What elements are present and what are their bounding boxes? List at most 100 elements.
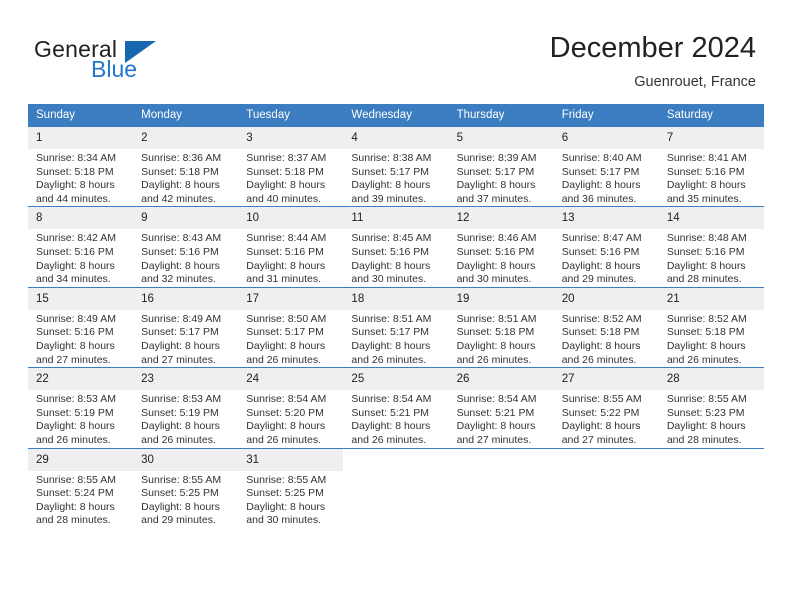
- calendar-page: General Blue December 2024 Guenrouet, Fr…: [0, 0, 792, 612]
- sunset-text: Sunset: 5:21 PM: [351, 406, 430, 419]
- sunset-text: Sunset: 5:16 PM: [351, 245, 430, 258]
- sunset-text: Sunset: 5:16 PM: [666, 165, 745, 178]
- calendar-day-cell[interactable]: 18 Sunrise: 8:51 AM Sunset: 5:17 PM Dayligh…: [343, 286, 449, 368]
- daylight-text-line2: and 26 minutes.: [36, 433, 111, 446]
- calendar-day-cell[interactable]: 22 Sunrise: 8:53 AM Sunset: 5:19 PM Dayligh…: [28, 367, 134, 448]
- day-details: Sunrise: 8:43 AM Sunset: 5:16 PM Daylight:…: [133, 229, 238, 286]
- calendar-day-cell[interactable]: 8 Sunrise: 8:42 AM Sunset: 5:16 PM Daylight…: [28, 206, 134, 288]
- calendar-day-cell[interactable]: 25 Sunrise: 8:54 AM Sunset: 5:21 PM Dayligh…: [343, 367, 449, 448]
- sunset-text: Sunset: 5:16 PM: [456, 245, 535, 258]
- calendar-day-cell[interactable]: 31 Sunrise: 8:55 AM Sunset: 5:25 PM Dayligh…: [238, 447, 344, 528]
- sunset-text: Sunset: 5:17 PM: [561, 165, 640, 178]
- day-number: 5: [448, 127, 554, 149]
- page-subtitle: Guenrouet, France: [634, 74, 756, 90]
- calendar-day-cell[interactable]: 27 Sunrise: 8:55 AM Sunset: 5:22 PM Dayligh…: [553, 367, 659, 448]
- day-number: 26: [448, 368, 554, 391]
- calendar-day-cell[interactable]: 28 Sunrise: 8:55 AM Sunset: 5:23 PM Dayligh…: [658, 367, 764, 448]
- calendar-week-row: 15 Sunrise: 8:49 AM Sunset: 5:16 PM Dayligh…: [28, 286, 764, 368]
- daylight-text-line1: Daylight: 8 hours: [456, 420, 536, 433]
- day-details: Sunrise: 8:36 AM Sunset: 5:18 PM Daylight:…: [133, 149, 238, 206]
- calendar-day-cell[interactable]: 11 Sunrise: 8:45 AM Sunset: 5:16 PM Dayligh…: [343, 206, 449, 288]
- calendar-day-cell[interactable]: 13 Sunrise: 8:47 AM Sunset: 5:16 PM Dayligh…: [553, 206, 659, 288]
- daylight-text-line2: and 26 minutes.: [666, 353, 742, 366]
- daylight-text-line2: and 27 minutes.: [141, 353, 216, 366]
- calendar-day-cell[interactable]: 30 Sunrise: 8:55 AM Sunset: 5:25 PM Dayligh…: [133, 447, 239, 528]
- day-number: 13: [553, 207, 659, 230]
- sunset-text: Sunset: 5:16 PM: [561, 245, 640, 258]
- calendar-day-cell[interactable]: 29 Sunrise: 8:55 AM Sunset: 5:24 PM Dayligh…: [28, 447, 134, 528]
- day-details: Sunrise: 8:55 AM Sunset: 5:25 PM Daylight:…: [238, 471, 343, 528]
- calendar-cell-empty: [343, 447, 449, 528]
- calendar-day-cell[interactable]: 16 Sunrise: 8:49 AM Sunset: 5:17 PM Dayligh…: [133, 286, 239, 368]
- daylight-text-line1: Daylight: 8 hours: [351, 339, 431, 352]
- calendar-day-cell[interactable]: 24 Sunrise: 8:54 AM Sunset: 5:20 PM Dayligh…: [238, 367, 344, 448]
- daylight-text-line1: Daylight: 8 hours: [246, 500, 326, 513]
- calendar-day-cell[interactable]: 5 Sunrise: 8:39 AM Sunset: 5:17 PM Daylight…: [448, 127, 554, 207]
- sunset-text: Sunset: 5:16 PM: [141, 245, 219, 258]
- day-number: 29: [28, 448, 134, 471]
- day-number: 15: [28, 287, 134, 310]
- daylight-text-line1: Daylight: 8 hours: [351, 420, 431, 433]
- daylight-text-line2: and 30 minutes.: [246, 514, 321, 527]
- calendar-day-cell[interactable]: 23 Sunrise: 8:53 AM Sunset: 5:19 PM Dayligh…: [133, 367, 239, 448]
- sunset-text: Sunset: 5:17 PM: [351, 326, 430, 339]
- calendar-grid: Sunday Monday Tuesday Wednesday Thursday…: [28, 104, 764, 528]
- day-details: Sunrise: 8:39 AM Sunset: 5:17 PM Daylight:…: [449, 149, 554, 206]
- sunset-text: Sunset: 5:17 PM: [141, 326, 219, 339]
- sunrise-text: Sunrise: 8:49 AM: [141, 312, 222, 325]
- calendar-day-cell[interactable]: 26 Sunrise: 8:54 AM Sunset: 5:21 PM Dayligh…: [448, 367, 554, 448]
- calendar-day-cell[interactable]: 12 Sunrise: 8:46 AM Sunset: 5:16 PM Dayligh…: [448, 206, 554, 288]
- day-details: Sunrise: 8:52 AM Sunset: 5:18 PM Daylight:…: [554, 310, 659, 367]
- sunset-text: Sunset: 5:16 PM: [666, 245, 745, 258]
- weekday-header-friday: Friday: [553, 104, 659, 127]
- day-details: Sunrise: 8:51 AM Sunset: 5:17 PM Daylight:…: [343, 310, 448, 367]
- sunset-text: Sunset: 5:20 PM: [246, 406, 324, 419]
- calendar-day-cell[interactable]: 2 Sunrise: 8:36 AM Sunset: 5:18 PM Daylight…: [133, 127, 239, 207]
- calendar-day-cell[interactable]: 21 Sunrise: 8:52 AM Sunset: 5:18 PM Dayligh…: [658, 286, 764, 368]
- day-number: 4: [343, 127, 449, 149]
- sunset-text: Sunset: 5:18 PM: [456, 326, 535, 339]
- calendar-day-cell[interactable]: 19 Sunrise: 8:51 AM Sunset: 5:18 PM Dayligh…: [448, 286, 554, 368]
- page-header: General Blue December 2024 Guenrouet, Fr…: [0, 0, 792, 104]
- calendar-day-cell[interactable]: 10 Sunrise: 8:44 AM Sunset: 5:16 PM Dayligh…: [238, 206, 344, 288]
- calendar-day-cell[interactable]: 1 Sunrise: 8:34 AM Sunset: 5:18 PM Daylight…: [28, 127, 134, 207]
- sunset-text: Sunset: 5:17 PM: [456, 165, 535, 178]
- daylight-text-line1: Daylight: 8 hours: [456, 259, 536, 272]
- daylight-text-line2: and 26 minutes.: [561, 353, 637, 366]
- day-details: Sunrise: 8:49 AM Sunset: 5:16 PM Daylight:…: [28, 310, 133, 367]
- day-details: Sunrise: 8:52 AM Sunset: 5:18 PM Daylight:…: [659, 310, 764, 367]
- brand-logo[interactable]: General Blue: [34, 36, 234, 86]
- day-number: 21: [658, 287, 764, 310]
- weekday-header-row: Sunday Monday Tuesday Wednesday Thursday…: [28, 104, 764, 127]
- calendar-week-row: 22 Sunrise: 8:53 AM Sunset: 5:19 PM Dayligh…: [28, 367, 764, 448]
- calendar-day-cell[interactable]: 9 Sunrise: 8:43 AM Sunset: 5:16 PM Daylight…: [133, 206, 239, 288]
- daylight-text-line1: Daylight: 8 hours: [141, 259, 220, 272]
- daylight-text-line1: Daylight: 8 hours: [561, 259, 641, 272]
- day-details: [343, 471, 448, 474]
- calendar-day-cell[interactable]: 17 Sunrise: 8:50 AM Sunset: 5:17 PM Dayligh…: [238, 286, 344, 368]
- calendar-day-cell[interactable]: 15 Sunrise: 8:49 AM Sunset: 5:16 PM Dayligh…: [28, 286, 134, 368]
- calendar-head: Sunday Monday Tuesday Wednesday Thursday…: [28, 104, 764, 127]
- sunset-text: Sunset: 5:18 PM: [246, 165, 324, 178]
- sunrise-text: Sunrise: 8:36 AM: [141, 152, 222, 164]
- sunset-text: Sunset: 5:25 PM: [141, 487, 219, 500]
- daylight-text-line1: Daylight: 8 hours: [141, 500, 220, 513]
- sunset-text: Sunset: 5:18 PM: [36, 165, 114, 178]
- day-number: 3: [238, 127, 344, 149]
- daylight-text-line1: Daylight: 8 hours: [561, 339, 641, 352]
- day-number: [449, 449, 554, 471]
- calendar-day-cell[interactable]: 3 Sunrise: 8:37 AM Sunset: 5:18 PM Daylight…: [238, 127, 344, 207]
- sunrise-text: Sunrise: 8:42 AM: [36, 232, 116, 245]
- daylight-text-line1: Daylight: 8 hours: [666, 259, 746, 272]
- calendar-day-cell[interactable]: 7 Sunrise: 8:41 AM Sunset: 5:16 PM Daylight…: [658, 127, 764, 207]
- calendar-cell-empty: [553, 447, 659, 528]
- calendar-day-cell[interactable]: 14 Sunrise: 8:48 AM Sunset: 5:16 PM Dayligh…: [658, 206, 764, 288]
- sunrise-text: Sunrise: 8:51 AM: [456, 312, 537, 325]
- day-number: 19: [448, 287, 554, 310]
- calendar-day-cell[interactable]: 4 Sunrise: 8:38 AM Sunset: 5:17 PM Daylight…: [343, 127, 449, 207]
- calendar-day-cell[interactable]: 6 Sunrise: 8:40 AM Sunset: 5:17 PM Daylight…: [553, 127, 659, 207]
- calendar-day-cell[interactable]: 20 Sunrise: 8:52 AM Sunset: 5:18 PM Dayligh…: [553, 286, 659, 368]
- day-details: Sunrise: 8:53 AM Sunset: 5:19 PM Daylight:…: [28, 390, 133, 447]
- daylight-text-line1: Daylight: 8 hours: [141, 339, 220, 352]
- daylight-text-line1: Daylight: 8 hours: [561, 420, 641, 433]
